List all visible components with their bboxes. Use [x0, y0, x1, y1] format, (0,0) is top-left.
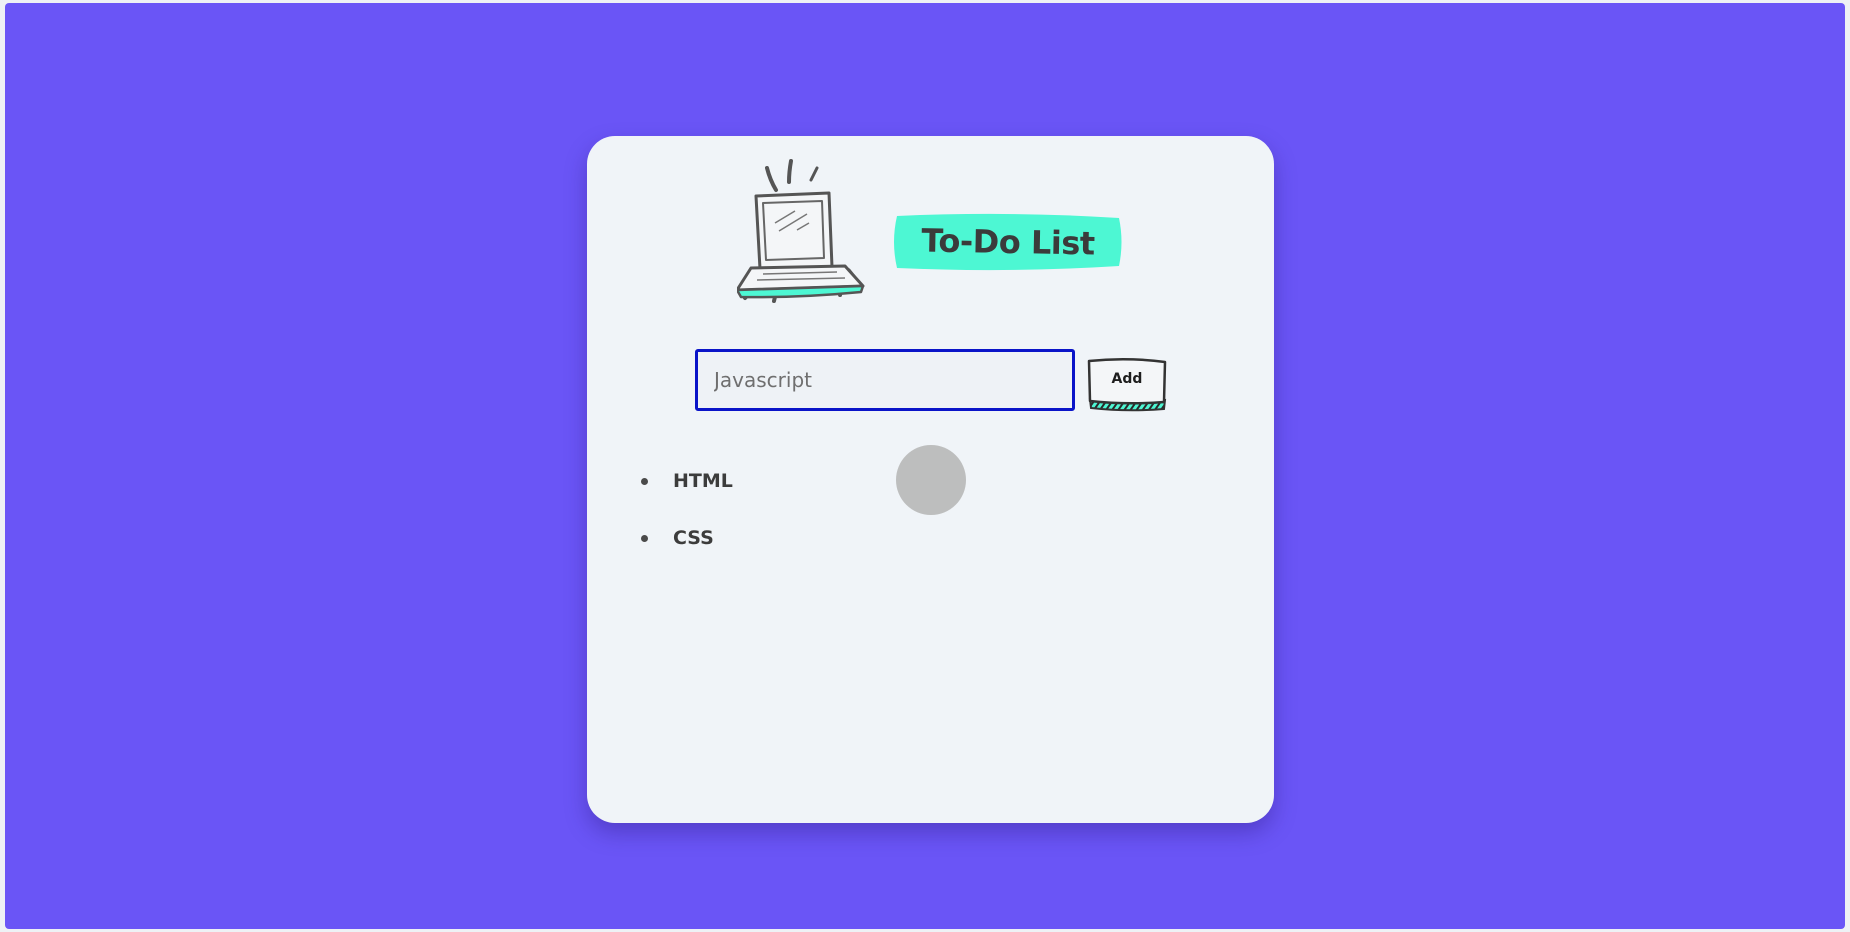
task-item[interactable]: HTML — [639, 466, 733, 523]
bullet-icon — [641, 535, 648, 542]
app-title: To-Do List — [921, 221, 1095, 263]
task-item[interactable]: CSS — [639, 523, 733, 580]
page-background: To-Do List Add HTML — [5, 3, 1845, 929]
todo-header: To-Do List — [587, 136, 1274, 336]
task-label: CSS — [673, 527, 714, 549]
title-badge: To-Do List — [893, 212, 1123, 272]
bullet-icon — [641, 478, 648, 485]
add-task-button[interactable]: Add — [1087, 357, 1167, 412]
task-input[interactable] — [695, 349, 1075, 411]
todo-card: To-Do List Add HTML — [587, 136, 1274, 823]
add-button-label: Add — [1111, 371, 1143, 387]
touch-indicator — [896, 445, 966, 515]
laptop-illustration-icon — [737, 159, 865, 303]
task-list: HTML CSS — [639, 466, 733, 580]
task-label: HTML — [673, 470, 733, 492]
